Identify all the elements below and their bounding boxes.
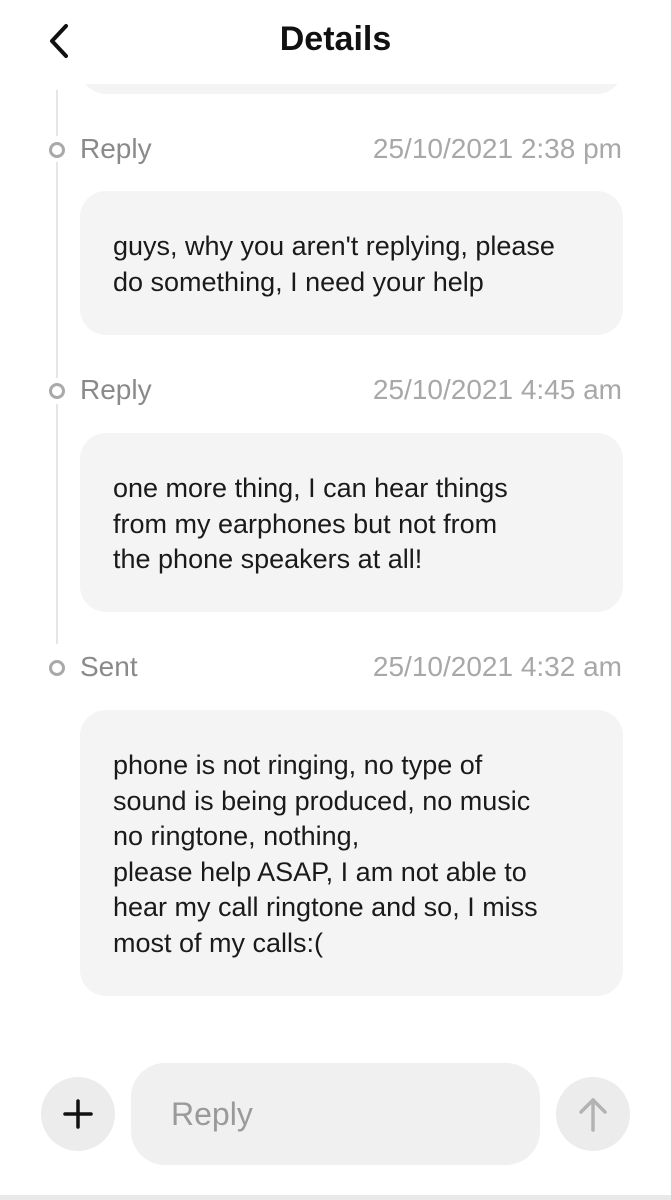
arrow-up-icon [579, 1098, 607, 1132]
message-timestamp: 25/10/2021 4:32 am [372, 651, 622, 682]
timeline-line [56, 404, 58, 644]
plus-icon [63, 1099, 93, 1129]
bottom-divider [0, 1195, 671, 1200]
reply-input[interactable] [131, 1063, 540, 1165]
page-title: Details [279, 20, 392, 58]
add-attachment-button[interactable] [41, 1077, 115, 1151]
message-status: Reply [80, 374, 152, 405]
message-bubble: phone is not ringing, no type of sound i… [80, 710, 623, 996]
timeline-node [49, 660, 65, 676]
message-timestamp: 25/10/2021 4:45 am [372, 374, 622, 405]
message-timestamp: 25/10/2021 2:38 pm [372, 133, 622, 164]
timeline-node [49, 142, 65, 158]
message-status: Reply [80, 133, 152, 164]
message-bubble: one more thing, I can hear things from m… [80, 433, 623, 612]
header-bar: Details [0, 0, 671, 84]
timeline-line [56, 90, 58, 136]
timeline-node [49, 383, 65, 399]
message-bubble: guys, why you aren't replying, please do… [80, 191, 623, 335]
timeline-line [56, 162, 58, 378]
send-button[interactable] [556, 1077, 630, 1151]
message-status: Sent [80, 651, 138, 682]
